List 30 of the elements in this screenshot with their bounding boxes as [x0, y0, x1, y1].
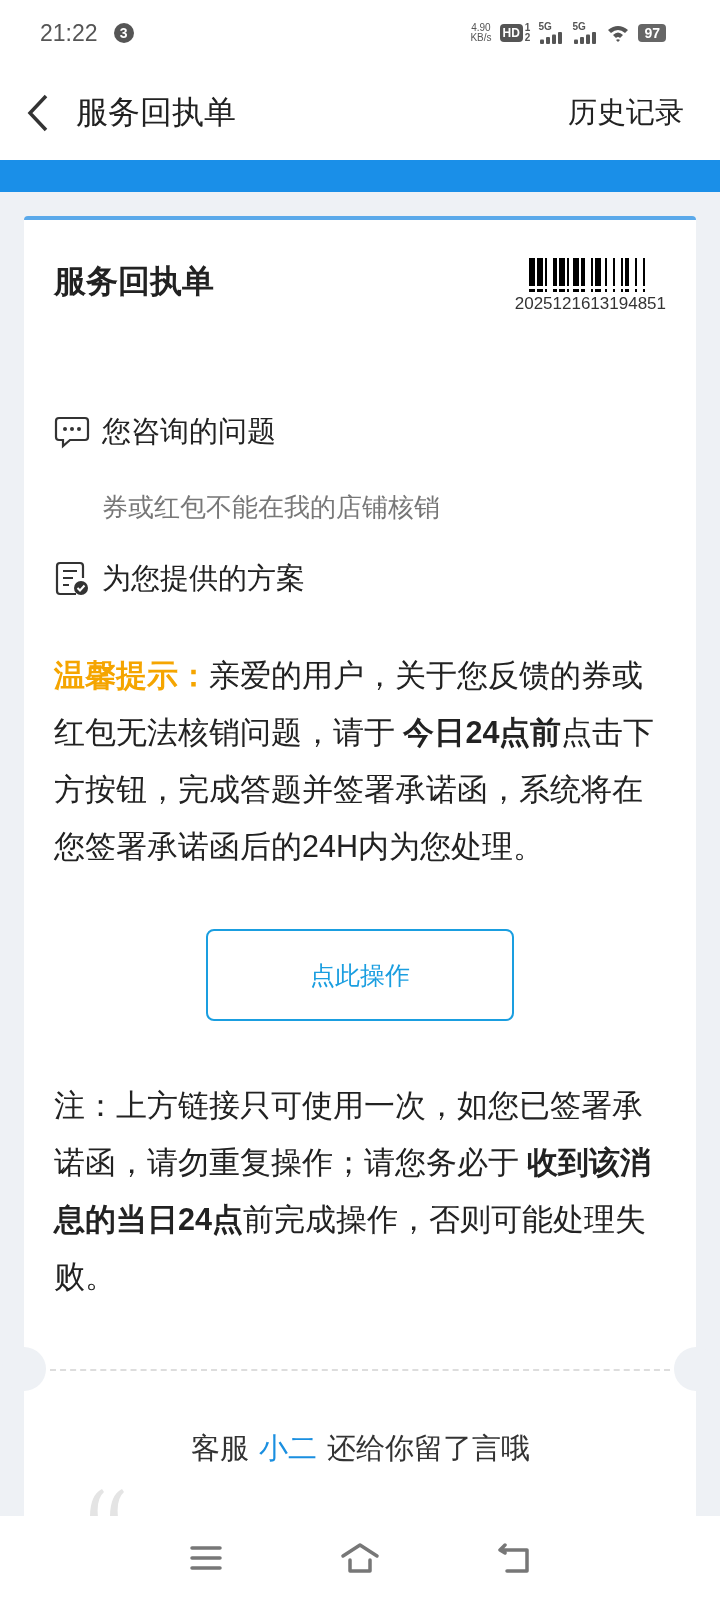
notification-count: 3 [113, 23, 134, 43]
home-icon[interactable] [340, 1542, 380, 1574]
back-nav-icon[interactable] [497, 1542, 532, 1574]
section-heading: 为您提供的方案 [102, 561, 305, 596]
note-text: 注：上方链接只可使用一次，如您已签署承诺函，请勿重复操作；请您务必于 收到该消息的当日24点前完成操作，否则可能处理失败。 [54, 1087, 653, 1295]
message-text: 还给你留了言哦 [326, 1431, 530, 1466]
agent-name[interactable]: 小二 [258, 1429, 317, 1469]
menu-icon[interactable] [188, 1544, 223, 1572]
network-type: 5G [572, 22, 587, 32]
history-link[interactable]: 历史记录 [568, 93, 684, 133]
signal-icon [572, 32, 599, 44]
question-text: 券或红包不能在我的店铺核销 [101, 491, 441, 524]
battery-indicator: 97 [638, 24, 666, 42]
signal-icon [538, 32, 565, 44]
page-title: 服务回执单 [76, 93, 236, 132]
document-check-icon [54, 561, 90, 597]
section-heading: 您咨询的问题 [102, 414, 276, 449]
back-icon[interactable] [26, 93, 50, 133]
status-time: 21:22 [40, 19, 98, 47]
action-button[interactable]: 点此操作 [206, 929, 514, 1021]
card-title: 服务回执单 [54, 262, 214, 301]
receipt-number: 2025121613194851 [514, 294, 666, 314]
hd-badge: HD [499, 24, 523, 42]
sim-slots: 1 2 [524, 23, 531, 43]
wifi-icon [606, 23, 631, 43]
chat-bubble-icon [54, 415, 90, 449]
network-speed: 4.90 KB/s [470, 23, 492, 43]
tip-text: 温馨提示：亲爱的用户，关于您反馈的券或红包无法核销问题，请于 今日24点前点击下方按钮，完成答题并签署承诺函，系统将在您签署承诺函后的24H内为您处理。 [54, 657, 656, 865]
network-type: 5G [538, 22, 553, 32]
message-text: 客服 [190, 1431, 249, 1466]
